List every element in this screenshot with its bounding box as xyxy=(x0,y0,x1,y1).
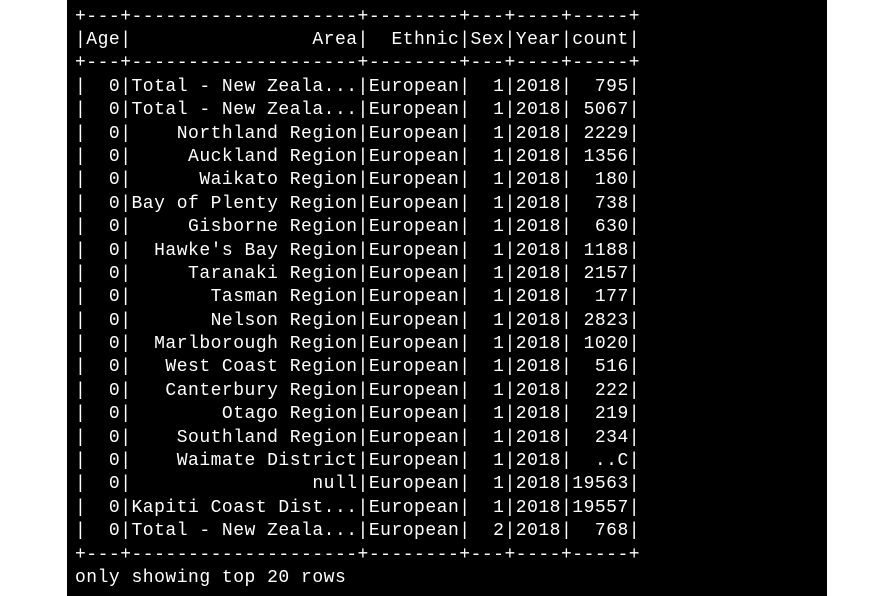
table-border-bot: +---+--------------------+--------+---+-… xyxy=(75,544,819,567)
table-row: | 0| null|European| 1|2018|19563| xyxy=(75,473,819,496)
table-row: | 0| Northland Region|European| 1|2018| … xyxy=(75,123,819,146)
table-row: | 0| Otago Region|European| 1|2018| 219| xyxy=(75,403,819,426)
table-header-row: |Age| Area| Ethnic|Sex|Year|count| xyxy=(75,29,819,52)
table-row: | 0|Kapiti Coast Dist...|European| 1|201… xyxy=(75,497,819,520)
table-row: | 0| West Coast Region|European| 1|2018|… xyxy=(75,356,819,379)
table-border-mid: +---+--------------------+--------+---+-… xyxy=(75,52,819,75)
table-row: | 0| Taranaki Region|European| 1|2018| 2… xyxy=(75,263,819,286)
table-row: | 0| Southland Region|European| 1|2018| … xyxy=(75,427,819,450)
table-row: | 0| Nelson Region|European| 1|2018| 282… xyxy=(75,310,819,333)
table-row: | 0|Total - New Zeala...|European| 1|201… xyxy=(75,99,819,122)
table-row: | 0| Waikato Region|European| 1|2018| 18… xyxy=(75,169,819,192)
table-row: | 0| Auckland Region|European| 1|2018| 1… xyxy=(75,146,819,169)
table-row: | 0|Total - New Zeala...|European| 1|201… xyxy=(75,76,819,99)
table-row: | 0| Gisborne Region|European| 1|2018| 6… xyxy=(75,216,819,239)
table-row: | 0|Bay of Plenty Region|European| 1|201… xyxy=(75,193,819,216)
table-footer-note: only showing top 20 rows xyxy=(75,567,819,590)
table-row: | 0| Marlborough Region|European| 1|2018… xyxy=(75,333,819,356)
terminal-output: +---+--------------------+--------+---+-… xyxy=(67,0,827,596)
table-border-top: +---+--------------------+--------+---+-… xyxy=(75,6,819,29)
table-row: | 0| Canterbury Region|European| 1|2018|… xyxy=(75,380,819,403)
table-row: | 0|Total - New Zeala...|European| 2|201… xyxy=(75,520,819,543)
table-row: | 0| Tasman Region|European| 1|2018| 177… xyxy=(75,286,819,309)
table-row: | 0| Waimate District|European| 1|2018| … xyxy=(75,450,819,473)
table-row: | 0| Hawke's Bay Region|European| 1|2018… xyxy=(75,240,819,263)
